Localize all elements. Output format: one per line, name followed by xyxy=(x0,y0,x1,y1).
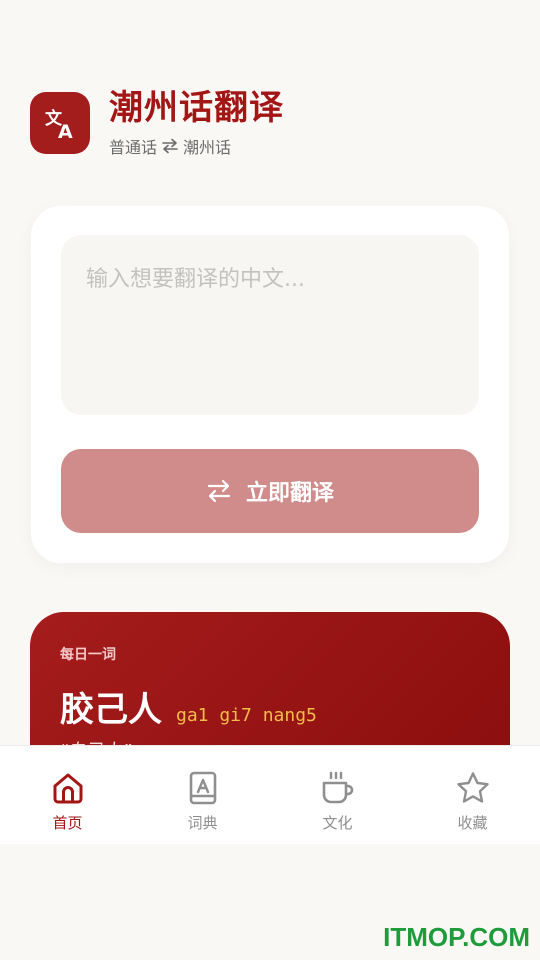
daily-word-label: 每日一词 xyxy=(60,647,116,663)
daily-word-pinyin: ga1 gi7 nang5 xyxy=(176,705,317,726)
translate-button[interactable]: 立即翻译 xyxy=(61,449,479,533)
nav-item-favorites[interactable]: 收藏 xyxy=(405,746,540,844)
nav-item-culture[interactable]: 文化 xyxy=(270,746,405,844)
swap-arrows-icon xyxy=(162,138,178,154)
daily-word: 胶己人 xyxy=(60,690,162,730)
chinese-text-input[interactable] xyxy=(61,235,479,415)
swap-arrows-icon xyxy=(207,479,231,503)
bottom-nav: 首页 词典 文化 收藏 xyxy=(0,745,540,844)
star-icon xyxy=(456,772,489,803)
daily-word-row: 胶己人 ga1 gi7 nang5 xyxy=(60,682,317,731)
language-direction: 普通话 潮州话 xyxy=(109,134,284,158)
nav-item-dictionary[interactable]: 词典 xyxy=(135,746,270,844)
nav-label-favorites: 收藏 xyxy=(457,814,488,832)
translate-button-label: 立即翻译 xyxy=(245,481,334,506)
source-language: 普通话 xyxy=(109,138,158,157)
watermark: ITMOP.COM xyxy=(383,922,530,952)
svg-text:A: A xyxy=(58,121,73,141)
target-language: 潮州话 xyxy=(183,138,232,157)
nav-label-dictionary: 词典 xyxy=(187,814,218,832)
app-title: 潮州话翻译 xyxy=(109,88,284,128)
nav-label-home: 首页 xyxy=(52,814,83,832)
translate-logo-icon: 文 A xyxy=(30,92,90,154)
cup-icon xyxy=(322,771,353,804)
app-header: 文 A 潮州话翻译 普通话 潮州话 xyxy=(30,88,284,158)
nav-item-home[interactable]: 首页 xyxy=(0,746,135,844)
nav-label-culture: 文化 xyxy=(322,814,353,832)
home-icon xyxy=(53,773,82,804)
dictionary-icon xyxy=(189,771,216,805)
translate-card: 立即翻译 xyxy=(31,206,509,563)
app-titles: 潮州话翻译 普通话 潮州话 xyxy=(109,88,284,158)
